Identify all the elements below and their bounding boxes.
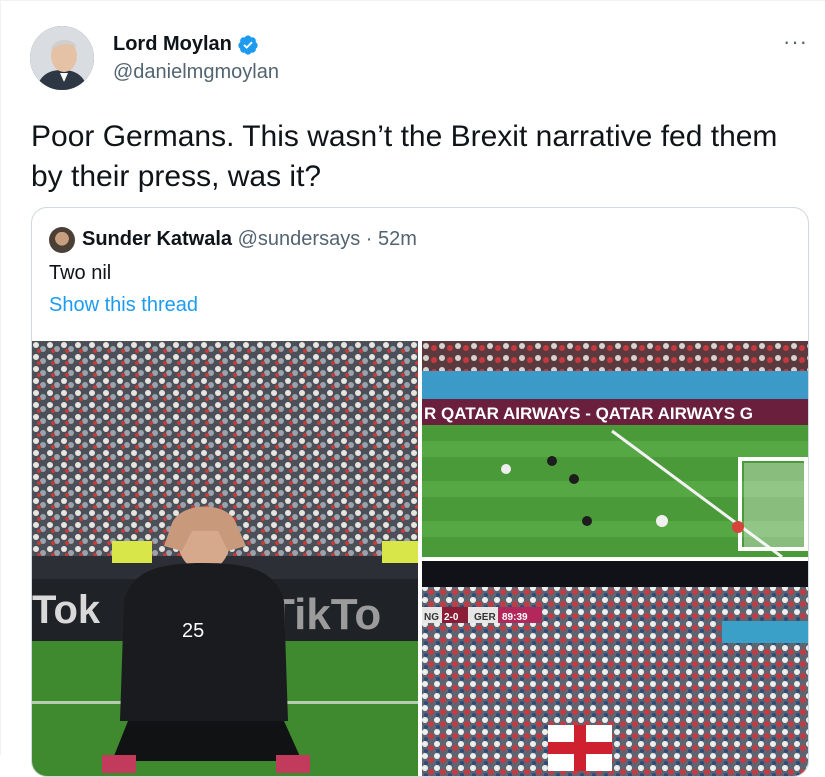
shirt-number: 25 bbox=[182, 620, 204, 642]
tweet-text: Poor Germans. This wasn’t the Brexit nar… bbox=[31, 120, 778, 193]
author-handle[interactable]: @danielmgmoylan bbox=[113, 61, 279, 84]
media-image-player[interactable]: Tok TikTo 25 bbox=[32, 341, 418, 776]
media-image-crowd[interactable]: NG 2-0 GER 89:39 bbox=[422, 561, 808, 776]
quoted-tweet-header: Sunder Katwala @sundersays · 52m bbox=[82, 228, 417, 251]
quoted-author-handle[interactable]: @sundersays bbox=[238, 228, 361, 250]
author-name-text: Lord Moylan bbox=[113, 33, 232, 55]
quoted-author-name[interactable]: Sunder Katwala bbox=[82, 228, 232, 250]
profile-photo-icon bbox=[30, 26, 94, 90]
author-avatar[interactable] bbox=[30, 26, 94, 90]
scoreboard-clock: 89:39 bbox=[502, 612, 528, 623]
media-grid: Tok TikTo 25 R QATAR AIRWAYS - QATAR AIR… bbox=[32, 341, 808, 776]
media-image-goal[interactable]: R QATAR AIRWAYS - QATAR AIRWAYS G bbox=[422, 341, 808, 557]
quoted-tweet[interactable]: Sunder Katwala @sundersays · 52m Two nil… bbox=[31, 207, 809, 777]
show-thread-link[interactable]: Show this thread bbox=[49, 294, 198, 317]
stadium-banner-text: R QATAR AIRWAYS - QATAR AIRWAYS G bbox=[424, 404, 753, 423]
ad-board-text-left: Tok bbox=[32, 588, 101, 632]
scoreboard-team-right: GER bbox=[474, 612, 496, 623]
meta-separator: · bbox=[360, 228, 378, 250]
quoted-tweet-text: Two nil bbox=[49, 262, 112, 284]
scoreboard-team-left: NG bbox=[424, 612, 439, 623]
tweet-container: Lord Moylan @danielmgmoylan ··· Poor Ger… bbox=[0, 0, 825, 777]
quoted-tweet-time[interactable]: 52m bbox=[378, 228, 417, 250]
author-name[interactable]: Lord Moylan bbox=[113, 33, 259, 56]
quoted-author-avatar[interactable] bbox=[49, 227, 75, 253]
scoreboard-score: 2-0 bbox=[444, 612, 459, 623]
verified-badge-icon bbox=[238, 34, 258, 55]
more-options-button[interactable]: ··· bbox=[783, 31, 808, 53]
